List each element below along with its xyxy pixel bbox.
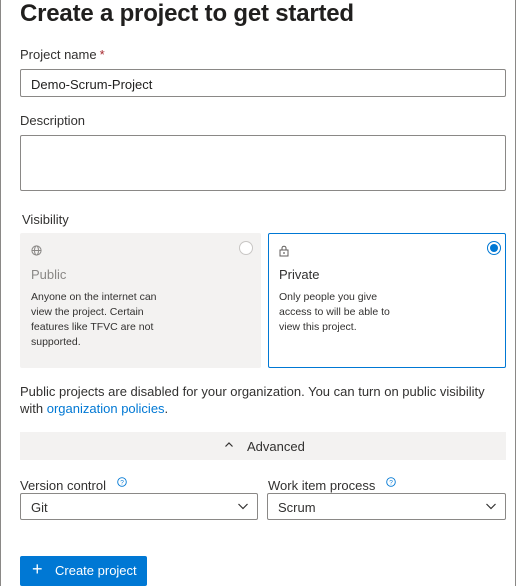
project-name-value: Demo-Scrum-Project [31,77,153,92]
work-item-process-label: Work item process ? [268,477,396,493]
advanced-label: Advanced [247,439,305,454]
private-option-description: Only people you give access to will be a… [279,291,390,333]
project-name-label: Project name * [20,47,105,62]
lock-icon [279,245,289,260]
help-icon[interactable]: ? [383,477,396,490]
version-control-dropdown[interactable]: Git [20,493,258,520]
version-control-label: Version control ? [20,477,127,493]
globe-icon [31,245,42,259]
visibility-note-end: . [164,401,169,416]
version-control-value: Git [31,500,48,515]
organization-policies-link[interactable]: organization policies [47,401,165,416]
private-option-name: Private [279,267,320,282]
public-option-description: Anyone on the internet can view the proj… [31,291,157,348]
visibility-label: Visibility [22,212,69,227]
description-label: Description [20,113,86,128]
private-radio[interactable] [487,241,501,255]
chevron-down-icon [237,500,249,515]
work-item-process-label-text: Work item process [268,478,376,493]
help-icon[interactable]: ? [114,477,127,490]
create-project-button[interactable]: + Create project [20,556,147,586]
svg-text:?: ? [389,479,393,486]
description-input[interactable] [20,135,506,191]
required-mark: * [99,47,105,62]
public-radio[interactable] [239,241,253,255]
page-title: Create a project to get started [20,0,354,27]
work-item-process-value: Scrum [278,500,316,515]
version-control-label-text: Version control [20,478,106,493]
visibility-public-card[interactable]: Public Anyone on the internet can view t… [20,233,261,368]
create-project-label: Create project [55,563,137,578]
project-name-input[interactable]: Demo-Scrum-Project [20,69,506,97]
chevron-down-icon [485,500,497,515]
work-item-process-dropdown[interactable]: Scrum [267,493,506,520]
public-option-name: Public [31,267,67,282]
project-name-label-text: Project name [20,47,97,62]
visibility-private-card[interactable]: Private Only people you give access to w… [268,233,506,368]
svg-text:?: ? [120,479,124,486]
visibility-disabled-note: Public projects are disabled for your or… [20,383,508,417]
chevron-up-icon [224,438,234,453]
advanced-toggle[interactable]: Advanced [20,432,506,460]
plus-icon: + [32,559,43,579]
